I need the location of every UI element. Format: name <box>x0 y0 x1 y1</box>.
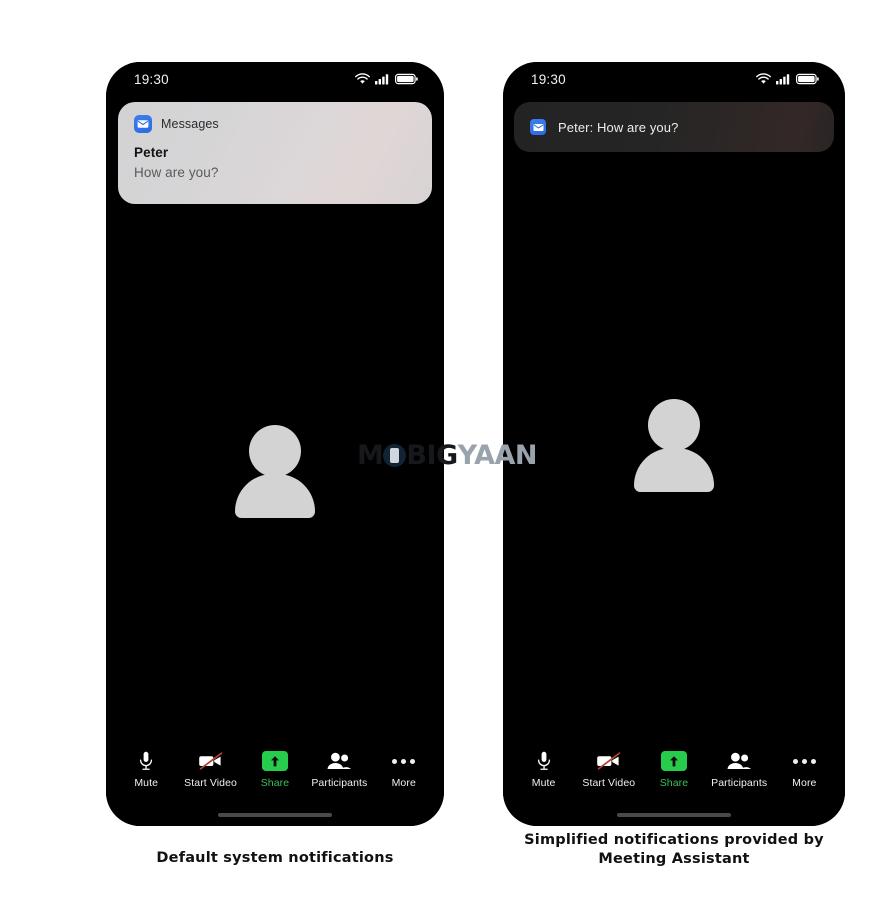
toolbar-button-participants[interactable]: Participants <box>708 750 770 789</box>
avatar-head <box>648 399 700 451</box>
status-bar-left: 19:30 <box>106 62 444 96</box>
toolbar-label-start-video: Start Video <box>582 777 636 789</box>
signal-icon <box>776 73 791 85</box>
notification-card-default[interactable]: Messages Peter How are you? <box>118 102 432 204</box>
share-screen-icon <box>261 750 288 772</box>
phone-screen-right: 19:30 Peter: How are you? Mute Start Vid… <box>503 62 845 826</box>
toolbar-label-more: More <box>391 777 416 789</box>
video-off-icon <box>596 750 622 772</box>
toolbar-button-start-video[interactable]: Start Video <box>578 750 640 789</box>
signal-icon <box>375 73 390 85</box>
messages-icon <box>530 119 546 135</box>
caption-right: Simplified notifications provided by Mee… <box>503 831 845 868</box>
status-time: 19:30 <box>531 71 566 87</box>
home-indicator[interactable] <box>218 813 332 817</box>
more-icon <box>792 750 816 772</box>
toolbar-label-mute: Mute <box>531 777 556 789</box>
messages-icon <box>134 115 152 133</box>
caption-right-line1: Simplified notifications provided by <box>524 832 824 848</box>
toolbar-button-start-video[interactable]: Start Video <box>180 750 242 789</box>
video-area-left <box>106 204 444 742</box>
toolbar-label-more: More <box>792 777 817 789</box>
toolbar-label-participants: Participants <box>311 777 368 789</box>
person-placeholder-avatar <box>634 399 714 495</box>
wifi-icon <box>756 73 771 85</box>
toolbar-button-share[interactable]: Share <box>244 750 306 789</box>
notification-header: Messages <box>134 115 416 133</box>
phone-mockup-right: 19:30 Peter: How are you? Mute Start Vid… <box>503 62 845 826</box>
toolbar-label-share: Share <box>659 777 689 789</box>
battery-icon <box>395 73 418 85</box>
battery-icon <box>796 73 819 85</box>
toolbar-button-more[interactable]: More <box>373 750 435 789</box>
toolbar-label-mute: Mute <box>134 777 159 789</box>
toolbar-button-mute[interactable]: Mute <box>115 750 177 789</box>
person-placeholder-avatar <box>235 425 315 521</box>
meeting-toolbar-left: Mute Start Video Share Participants More <box>106 742 444 804</box>
share-screen-icon <box>660 750 687 772</box>
avatar-head <box>249 425 301 477</box>
status-time: 19:30 <box>134 71 169 87</box>
home-indicator-area-right <box>503 804 845 826</box>
video-off-icon <box>198 750 224 772</box>
status-bar-right: 19:30 <box>503 62 845 96</box>
participants-icon <box>726 750 752 772</box>
avatar-body <box>235 474 315 518</box>
notification-text: Peter: How are you? <box>558 119 679 135</box>
video-area-right <box>503 152 845 742</box>
notification-title: Peter <box>134 145 169 160</box>
toolbar-label-participants: Participants <box>711 777 768 789</box>
notification-body: How are you? <box>134 165 219 180</box>
status-icon-group <box>756 73 819 85</box>
wifi-icon <box>355 73 370 85</box>
avatar-body <box>634 448 714 492</box>
microphone-icon <box>139 750 153 772</box>
more-icon <box>392 750 416 772</box>
toolbar-button-share[interactable]: Share <box>643 750 705 789</box>
toolbar-label-share: Share <box>260 777 290 789</box>
page-root: 19:30 Messages Peter How are you? Mute S… <box>0 0 877 916</box>
notification-app-name: Messages <box>161 117 219 131</box>
home-indicator-area-left <box>106 804 444 826</box>
participants-icon <box>326 750 352 772</box>
status-icon-group <box>355 73 418 85</box>
home-indicator[interactable] <box>617 813 731 817</box>
caption-left: Default system notifications <box>156 850 394 866</box>
notification-card-simplified[interactable]: Peter: How are you? <box>514 102 834 152</box>
phone-screen-left: 19:30 Messages Peter How are you? Mute S… <box>106 62 444 826</box>
microphone-icon <box>537 750 551 772</box>
toolbar-button-more[interactable]: More <box>773 750 835 789</box>
meeting-toolbar-right: Mute Start Video Share Participants More <box>503 742 845 804</box>
toolbar-button-mute[interactable]: Mute <box>513 750 575 789</box>
toolbar-button-participants[interactable]: Participants <box>308 750 370 789</box>
phone-mockup-left: 19:30 Messages Peter How are you? Mute S… <box>106 62 444 826</box>
toolbar-label-start-video: Start Video <box>184 777 237 789</box>
caption-right-line2: Meeting Assistant <box>598 850 750 867</box>
